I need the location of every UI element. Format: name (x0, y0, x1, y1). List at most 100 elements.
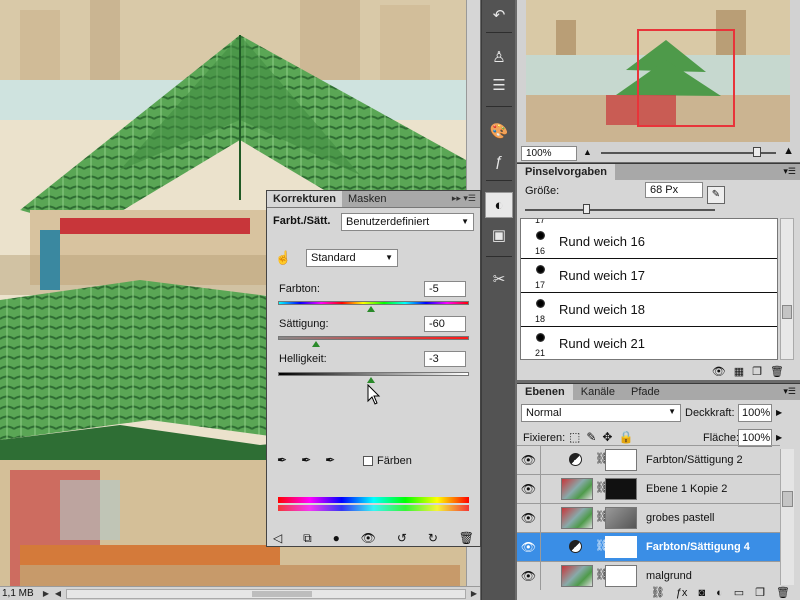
brush-list-scrollbar[interactable] (780, 218, 794, 360)
horizontal-scroll-thumb[interactable] (252, 590, 312, 597)
brush-panel-toggle-icon[interactable]: ✎ (707, 186, 725, 204)
fill-dropdown-icon[interactable]: ▶ (776, 433, 782, 442)
tab-adjustments[interactable]: Korrekturen (267, 191, 342, 207)
swatches-icon[interactable]: 🎨 (485, 118, 513, 144)
brush-view-icon[interactable]: ▦ (734, 365, 744, 378)
new-adjustment-icon[interactable]: ◐ (716, 587, 723, 599)
clone-source-icon[interactable]: ♙ (485, 44, 513, 70)
visibility-eye-icon[interactable]: 👁 (517, 475, 541, 503)
scroll-left-icon[interactable]: ◀ (52, 589, 64, 598)
layer-row[interactable]: 👁 ⛓ Ebene 1 Kopie 2 (517, 474, 780, 503)
brush-size-field[interactable]: 68 Px (645, 182, 703, 198)
lock-all-icon[interactable]: 🔒 (618, 430, 633, 444)
adjustments-tabbar: Korrekturen Masken ▸▸ ▾☰ (267, 191, 480, 208)
lightness-field[interactable]: -3 (424, 351, 466, 367)
brush-preset-item[interactable]: 17 Rund weich 17 (521, 259, 777, 293)
reset-icon[interactable]: ↻ (428, 531, 438, 545)
visibility-eye-icon[interactable]: 👁 (517, 504, 541, 532)
brush-preset-item[interactable]: 18 Rund weich 18 (521, 293, 777, 327)
zoom-out-icon[interactable]: ▲ (583, 147, 592, 157)
layer-scroll-thumb[interactable] (782, 491, 793, 507)
tab-layers[interactable]: Ebenen (517, 384, 573, 400)
saturation-slider-track[interactable] (278, 336, 469, 340)
layer-name: grobes pastell (646, 512, 715, 524)
color-range-select[interactable]: Standard ▼ (306, 249, 398, 267)
styles-icon[interactable]: ƒ (485, 148, 513, 174)
tab-masks[interactable]: Masken (342, 191, 393, 207)
tools-icon[interactable]: ✂ (485, 266, 513, 292)
saturation-field[interactable]: -60 (424, 316, 466, 332)
lock-position-icon[interactable]: ✥ (602, 430, 612, 444)
back-arrow-icon[interactable]: ◁ (273, 531, 282, 545)
opacity-field[interactable]: 100% (738, 404, 772, 422)
layer-row[interactable]: 👁 ⛓ Farbton/Sättigung 2 (517, 445, 780, 474)
tab-brush-presets[interactable]: Pinselvorgaben (517, 164, 615, 180)
layer-list-scrollbar[interactable] (780, 449, 794, 585)
hue-field[interactable]: -5 (424, 281, 466, 297)
lightness-slider-knob[interactable] (366, 377, 375, 383)
clip-layer-icon[interactable]: ● (333, 531, 340, 545)
masks-icon[interactable]: ▣ (485, 222, 513, 248)
chevron-down-icon: ▼ (668, 407, 676, 416)
navigator-zoom-slider[interactable]: ▲ ▲ (583, 145, 794, 159)
delete-brush-icon[interactable]: 🗑 (770, 365, 784, 378)
adjustments-footer: ◁ ⧉ ● 👁 ↺ ↻ 🗑 (267, 529, 480, 547)
saturation-slider-knob[interactable] (312, 341, 321, 347)
eyedropper-plus-icon[interactable]: ✒ (301, 453, 311, 467)
lock-pixels-icon[interactable]: ✎ (586, 430, 596, 444)
lightness-slider-track[interactable] (278, 372, 469, 376)
hue-label: Farbton: (279, 283, 320, 295)
hue-slider-knob[interactable] (366, 306, 375, 312)
lock-transparency-icon[interactable]: ⬚ (569, 430, 580, 444)
add-mask-icon[interactable]: ◙ (698, 587, 705, 599)
brush-scroll-thumb[interactable] (782, 305, 792, 319)
preset-value: Benutzerdefiniert (346, 216, 430, 228)
chevron-down-icon: ▼ (461, 217, 469, 226)
link-layers-icon[interactable]: ⛓ (651, 586, 665, 599)
history-icon[interactable]: ↶ (485, 2, 513, 28)
blend-mode-select[interactable]: Normal ▼ (521, 404, 681, 422)
expand-view-icon[interactable]: ⧉ (303, 531, 312, 546)
navigator-thumbnail[interactable] (526, 0, 790, 142)
targeted-adjustment-hand-icon[interactable]: ☝ (275, 250, 291, 266)
panel-collapse-icon[interactable]: ▸▸ ▾☰ (448, 191, 480, 207)
visibility-eye-icon[interactable]: 👁 (517, 533, 541, 561)
visibility-eye-icon[interactable]: 👁 (517, 446, 541, 474)
new-group-icon[interactable]: ▭ (734, 586, 744, 599)
status-menu-arrow-icon[interactable]: ▶ (40, 589, 52, 598)
adjustments-icon[interactable]: ◐ (485, 192, 513, 218)
delete-layer-icon[interactable]: 🗑 (776, 586, 790, 599)
brush-size-slider[interactable] (525, 204, 715, 214)
layer-thumbnail (561, 478, 593, 500)
scroll-right-icon[interactable]: ▶ (468, 589, 480, 598)
eyedropper-icon[interactable]: ✒ (277, 453, 287, 467)
layer-style-icon[interactable]: ƒx (676, 587, 688, 599)
tab-paths[interactable]: Pfade (623, 384, 668, 400)
opacity-dropdown-icon[interactable]: ▶ (776, 408, 782, 417)
navigator-zoom-field[interactable]: 100% (521, 145, 577, 161)
status-bar: 1,1 MB ▶ ◀ ▶ (0, 586, 480, 600)
eyedropper-minus-icon[interactable]: ✒ (325, 453, 335, 467)
colorize-checkbox[interactable] (363, 456, 373, 466)
strip-divider (486, 180, 512, 181)
visibility-icon[interactable]: 👁 (361, 531, 376, 545)
brush-preset-item[interactable]: 16 Rund weich 16 (521, 225, 777, 259)
zoom-slider-knob[interactable] (753, 147, 761, 157)
new-brush-icon[interactable]: ❐ (752, 365, 762, 378)
brush-panel-toggle-icon[interactable]: 👁 (712, 365, 726, 378)
panel-menu-icon[interactable]: ▾☰ (779, 164, 800, 180)
layer-row[interactable]: 👁 ⛓ grobes pastell (517, 503, 780, 532)
delete-adjustment-icon[interactable]: 🗑 (459, 531, 474, 545)
new-layer-icon[interactable]: ❐ (755, 586, 765, 599)
zoom-in-icon[interactable]: ▲ (783, 145, 794, 157)
layer-row[interactable]: 👁 ⛓ Farbton/Sättigung 4 (517, 532, 780, 561)
view-previous-icon[interactable]: ↺ (397, 531, 407, 545)
actions-icon[interactable]: ☰ (485, 72, 513, 98)
preset-select[interactable]: Benutzerdefiniert ▼ (341, 213, 474, 231)
panel-menu-icon[interactable]: ▾☰ (779, 384, 800, 400)
hue-slider-track[interactable] (278, 301, 469, 305)
brush-preset-item[interactable]: 21 Rund weich 21 (521, 327, 777, 359)
tab-channels[interactable]: Kanäle (573, 384, 623, 400)
brush-size-knob[interactable] (583, 204, 590, 214)
horizontal-scrollbar[interactable] (66, 588, 466, 599)
